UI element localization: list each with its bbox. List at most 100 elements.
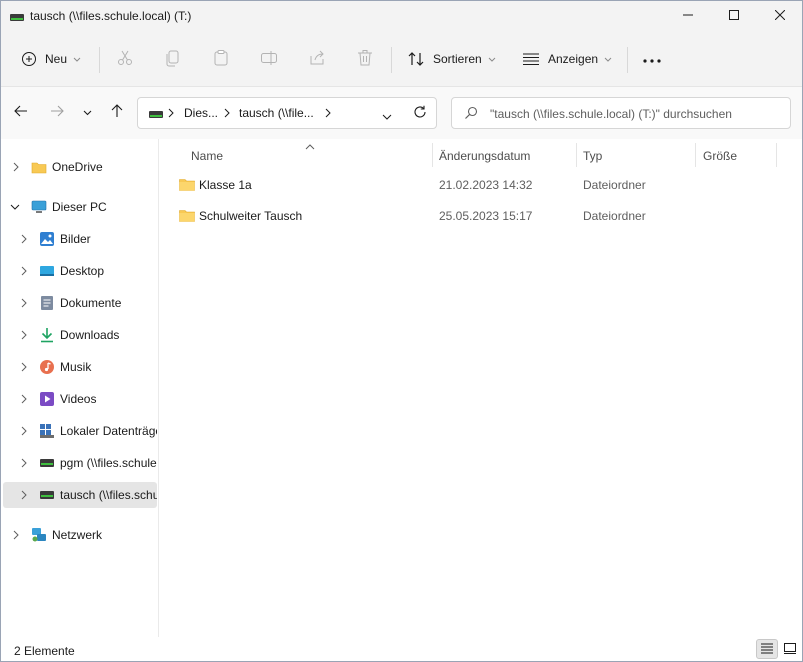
sort-button[interactable]: Sortieren [399,43,499,75]
address-row: Dies... tausch (\\file... [1,87,802,139]
chevron-down-icon [604,52,612,66]
column-header-type[interactable]: Typ [583,145,693,167]
sidebar-item-musik[interactable]: Musik [1,354,157,380]
rename-button[interactable] [253,43,285,75]
column-divider[interactable] [576,143,577,167]
copy-icon [164,49,182,70]
search-input[interactable] [490,104,780,124]
sidebar-item-downloads[interactable]: Downloads [1,322,157,348]
sidebar-item-label: Videos [60,392,97,406]
sidebar-item-this-pc[interactable]: Dieser PC [1,194,157,220]
sidebar-item-label: Dokumente [60,296,122,310]
new-button[interactable]: Neu [13,43,87,75]
chevron-down-icon [73,52,81,66]
local-disk-icon [39,423,55,439]
table-row[interactable]: Schulweiter Tausch 25.05.2023 15:17 Date… [173,202,793,230]
delete-button[interactable] [349,43,381,75]
chevron-right-icon[interactable] [19,426,29,436]
column-header-date[interactable]: Änderungsdatum [439,145,575,167]
view-button[interactable]: Anzeigen [514,43,618,75]
forward-button[interactable] [45,99,69,125]
sidebar-item-pgm[interactable]: pgm (\\files.schule.local) (P:) [1,450,157,476]
sidebar-item-label: Musik [60,360,92,374]
sidebar-item-label: pgm (\\files.schule.local) (P:) [60,456,157,470]
network-drive-icon [39,455,55,471]
share-icon [308,49,326,70]
sidebar-item-tausch[interactable]: tausch (\\files.schule.local) (T:) [3,482,157,508]
chevron-right-icon[interactable] [19,266,29,276]
onedrive-folder-icon [31,159,47,175]
file-name: Klasse 1a [199,178,252,192]
sidebar-item-desktop[interactable]: Desktop [1,258,157,284]
column-header-size[interactable]: Größe [703,145,775,167]
sidebar-item-label: Netzwerk [52,528,103,542]
documents-icon [39,295,55,311]
more-options-button[interactable] [635,43,669,75]
plus-circle-icon [21,51,37,67]
address-history-chevron-icon[interactable] [382,109,392,123]
recent-locations-button[interactable] [75,99,99,125]
address-bar[interactable]: Dies... tausch (\\file... [137,97,437,129]
sidebar-item-bilder[interactable]: Bilder [1,226,157,252]
this-pc-icon [31,199,47,215]
chevron-right-icon[interactable] [19,490,29,500]
column-divider[interactable] [695,143,696,167]
minimize-button[interactable] [665,1,711,31]
chevron-down-icon [488,52,496,66]
maximize-button[interactable] [711,1,757,31]
folder-icon [179,209,195,225]
chevron-right-icon[interactable] [11,530,21,540]
folder-icon [179,178,195,194]
chevron-right-icon[interactable] [19,298,29,308]
rename-icon [260,49,278,70]
breadcrumb-tausch[interactable]: tausch (\\file... [239,106,314,120]
column-divider[interactable] [776,143,777,167]
file-list: Name Änderungsdatum Typ Größe Klasse 1a … [159,139,802,637]
network-drive-icon [39,487,55,503]
search-icon [464,106,478,123]
title-bar: tausch (\\files.schule.local) (T:) [1,1,802,31]
sidebar-item-local-disk[interactable]: Lokaler Datenträger [1,418,157,444]
table-row[interactable]: Klasse 1a 21.02.2023 14:32 Dateiordner [173,171,793,199]
close-button[interactable] [757,1,803,31]
sidebar-item-videos[interactable]: Videos [1,386,157,412]
chevron-right-icon[interactable] [19,330,29,340]
breadcrumb-separator-icon[interactable] [224,106,230,121]
file-type: Dateiordner [583,178,646,192]
details-view-icon [760,642,774,657]
column-divider[interactable] [432,143,433,167]
tiles-view-icon [783,642,797,657]
sidebar-item-label: tausch (\\files.schule.local) (T:) [60,488,157,502]
downloads-icon [39,327,55,343]
details-view-button[interactable] [756,639,778,659]
breadcrumb-separator-icon[interactable] [325,106,331,121]
up-button[interactable] [105,99,129,125]
pictures-icon [39,231,55,247]
cut-button[interactable] [109,43,141,75]
chevron-down-icon [83,105,92,119]
new-label: Neu [45,52,68,66]
chevron-right-icon[interactable] [19,394,29,404]
back-button[interactable] [9,99,33,125]
chevron-right-icon[interactable] [19,458,29,468]
copy-button[interactable] [157,43,189,75]
sidebar-item-onedrive[interactable]: OneDrive [1,154,157,180]
desktop-icon [39,263,55,279]
window-title: tausch (\\files.schule.local) (T:) [30,9,192,23]
column-header-name[interactable]: Name [191,145,431,167]
breadcrumb-separator-icon[interactable] [168,106,174,121]
search-box[interactable] [451,97,791,129]
chevron-down-icon[interactable] [10,202,20,212]
chevron-right-icon[interactable] [19,362,29,372]
refresh-icon[interactable] [413,105,427,122]
paste-button[interactable] [205,43,237,75]
sidebar-item-label: Bilder [60,232,91,246]
breadcrumb-this-pc[interactable]: Dies... [184,106,218,120]
share-button[interactable] [301,43,333,75]
chevron-right-icon[interactable] [19,234,29,244]
sidebar-item-netzwerk[interactable]: Netzwerk [1,522,157,548]
sidebar-item-dokumente[interactable]: Dokumente [1,290,157,316]
chevron-right-icon[interactable] [11,162,21,172]
music-icon [39,359,55,375]
tiles-view-button[interactable] [779,639,801,659]
